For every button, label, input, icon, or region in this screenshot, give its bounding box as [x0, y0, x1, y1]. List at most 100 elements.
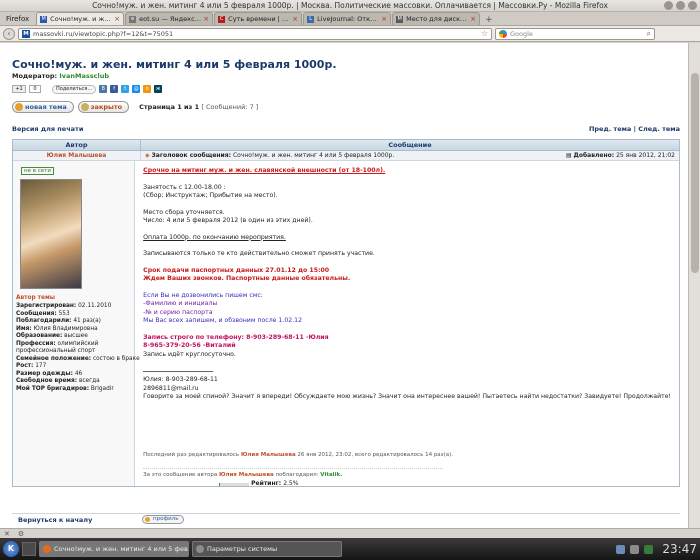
signature-email[interactable]: 2896811@mail.ru	[143, 385, 671, 394]
post-author-name[interactable]: Юлия Малышева	[13, 151, 141, 160]
stat-name: Имя: Юлия Владимировна	[16, 325, 98, 332]
message-deadline: Срок подачи паспортных данных 27.01.12 д…	[143, 266, 330, 274]
tab-label: Суть времени | виртуальный ...	[228, 15, 290, 23]
stat-marital: Семейное положение: состою в браке	[16, 355, 140, 362]
moi-mir-icon[interactable]: @	[132, 85, 141, 93]
moderator-name-link[interactable]: IvanMassclub	[59, 72, 109, 80]
tab-close-icon[interactable]: ×	[114, 15, 120, 23]
browser-tab[interactable]: e eot.su — Яндекс: Нашлось 26... ×	[125, 12, 214, 25]
site-identity-icon[interactable]: M	[22, 29, 30, 38]
new-topic-label: новая тема	[25, 103, 67, 111]
new-topic-button[interactable]: новая тема	[12, 101, 74, 113]
close-icon[interactable]	[688, 1, 697, 10]
lock-icon	[80, 103, 89, 111]
maximize-icon[interactable]	[676, 1, 685, 10]
post-footer-row: Вернуться к началу профиль	[12, 513, 680, 525]
back-to-top-link[interactable]: Вернуться к началу	[18, 516, 92, 524]
desktop-pager-icon[interactable]	[22, 542, 36, 556]
message-sms-item: -Фамилию и инициалы	[143, 300, 218, 307]
taskbar-item-settings[interactable]: Параметры системы	[192, 541, 342, 557]
edit-prefix: Последний раз редактировалось	[143, 452, 240, 458]
topic-title[interactable]: Сочно!муж. и жен. митинг 4 или 5 февраля…	[12, 58, 337, 71]
browser-tab[interactable]: L LiveJournal: Откройте для се... ×	[303, 12, 392, 25]
thanks-author-link[interactable]: Юлия Малышева	[219, 472, 274, 478]
edit-suffix: 26 янв 2012, 23:02, всего редактировалос…	[297, 452, 454, 458]
message-phone-2: 8-965-379-20-56 -Виталий	[143, 342, 236, 349]
edit-note: Последний раз редактировалось Юлия Малыш…	[143, 451, 453, 460]
taskbar-item-firefox[interactable]: Сочно!муж. и жен. митинг 4 или 5 февра	[39, 541, 189, 557]
kde-menu-icon[interactable]: K	[3, 541, 19, 557]
navigation-bar: ‹ M massovki.ru/viewtopic.php?f=12&t=750…	[0, 26, 700, 42]
post-subject: Сочно!муж. и жен. митинг 4 или 5 февраля…	[232, 152, 395, 159]
google-icon[interactable]	[499, 29, 507, 38]
taskbar-item-label: Параметры системы	[207, 545, 278, 553]
tab-close-icon[interactable]: ×	[292, 15, 298, 23]
page-scrollbar[interactable]	[688, 43, 700, 528]
browser-tab[interactable]: M Сочно!муж. и жен. митинг 4 или 5 февр.…	[36, 12, 125, 25]
post-link-icon[interactable]: ▤	[566, 152, 572, 159]
url-bar[interactable]: M massovki.ru/viewtopic.php?f=12&t=75051…	[18, 27, 492, 40]
stat-top-brigadir: Мой ТОР бригадиров: Brigadir	[16, 385, 114, 392]
network-icon[interactable]	[616, 544, 626, 554]
window-title: Сочно!муж. и жен. митинг 4 или 5 февраля…	[92, 1, 608, 10]
share-button[interactable]: Поделиться...	[52, 84, 97, 94]
thanks-prefix: За это сообщение автора	[143, 472, 218, 478]
signature-line: Говорите за моей спиной? Значит я вперед…	[143, 393, 671, 400]
stat-education: Образование: высшее	[16, 333, 88, 339]
massovki-favicon-icon: M	[40, 15, 48, 23]
message-line: Записываются только те кто действительно…	[143, 250, 375, 257]
profile-button[interactable]: профиль	[142, 515, 184, 524]
clock[interactable]: 23:47	[662, 542, 697, 556]
topic-prev-next: Пред. тема | След. тема	[589, 125, 680, 133]
search-bar[interactable]: Google ⌕	[495, 27, 655, 40]
minimize-icon[interactable]	[664, 1, 673, 10]
rating-bar	[219, 482, 250, 486]
volume-icon[interactable]	[630, 544, 640, 554]
addon-icon[interactable]: ⚙	[18, 530, 24, 538]
new-topic-icon	[15, 103, 23, 111]
message-line: Число: 4 или 5 февраля 2012 (в один из э…	[143, 217, 313, 224]
odnoklassniki-icon[interactable]: о	[143, 85, 152, 93]
thanks-mid: поблагодарил:	[275, 472, 319, 478]
livejournal-icon[interactable]: ж	[154, 85, 163, 93]
close-findbar-icon[interactable]: ✕	[4, 530, 10, 538]
search-icon[interactable]: ⌕	[647, 29, 651, 39]
print-version-link[interactable]: Версия для печати	[12, 125, 83, 133]
tab-label: Сочно!муж. и жен. митинг 4 или 5 февр...	[50, 15, 113, 23]
message-payment: Оплата 1000р. по окончанию мероприятия.	[143, 233, 286, 241]
url-text[interactable]: massovki.ru/viewtopic.php?f=12&t=75051	[33, 30, 173, 38]
prev-topic-link[interactable]: Пред. тема	[589, 125, 631, 133]
browser-tab[interactable]: М Место для дискуссий - После... ×	[392, 12, 481, 25]
edit-author-link[interactable]: Юлия Малышева	[241, 452, 296, 458]
message-wait-calls: Ждем Ваших звонков. Паспортные данные об…	[143, 275, 351, 282]
message-column-header: Сообщение	[388, 141, 432, 149]
tab-close-icon[interactable]: ×	[470, 15, 476, 23]
forum-favicon-icon: М	[396, 15, 404, 23]
firefox-menu-button[interactable]: Firefox	[2, 13, 33, 25]
thanks-voter-link[interactable]: Vitalik.	[320, 472, 342, 478]
bookmark-star-icon[interactable]: ☆	[481, 29, 488, 38]
vkontakte-icon[interactable]: В	[99, 85, 108, 93]
back-arrow-icon[interactable]: ‹	[3, 27, 15, 40]
message-sms-item: -№ и серию паспорта	[143, 308, 213, 316]
keyboard-layout-icon[interactable]	[644, 544, 654, 554]
google-plus-button[interactable]: +1	[12, 85, 26, 93]
scrollbar-thumb[interactable]	[691, 73, 699, 273]
browser-tab[interactable]: С Суть времени | виртуальный ... ×	[214, 12, 303, 25]
window-titlebar: Сочно!муж. и жен. митинг 4 или 5 февраля…	[0, 0, 700, 12]
stat-thanked: Поблагодарили: 41 раз(а)	[16, 318, 101, 324]
stat-registered: Зарегистрирован: 02.11.2010	[16, 303, 112, 309]
date-value: 25 янв 2012, 21:02	[616, 152, 675, 159]
messages-count: [ Сообщений: 7 ]	[201, 103, 259, 111]
twitter-icon[interactable]: t	[121, 85, 130, 93]
settings-icon	[196, 545, 204, 553]
tab-close-icon[interactable]: ×	[381, 15, 387, 23]
locked-button[interactable]: закрыто	[77, 101, 130, 113]
author-role: Автор темы	[16, 295, 55, 301]
rating-value: 2.5%	[283, 480, 299, 487]
search-input[interactable]: Google	[510, 30, 533, 38]
next-topic-link[interactable]: След. тема	[638, 125, 680, 133]
tab-close-icon[interactable]: ×	[203, 15, 209, 23]
new-tab-button[interactable]: +	[481, 15, 497, 25]
facebook-icon[interactable]: f	[110, 85, 119, 93]
